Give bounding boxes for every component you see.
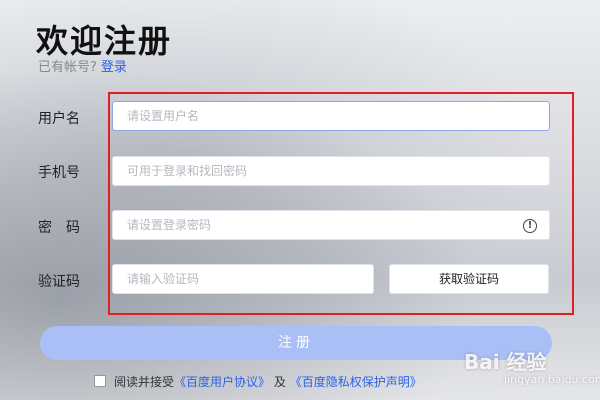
password-label: 密 码 xyxy=(38,220,80,236)
privacy-link[interactable]: 《百度隐私权保护声明》 xyxy=(290,375,422,389)
username-label: 用户名 xyxy=(38,111,80,127)
annotation-highlight-box xyxy=(108,92,574,315)
code-label: 验证码 xyxy=(38,274,80,290)
login-prompt: 已有帐号? 登录 xyxy=(38,56,127,75)
watermark-text: Bai 经验 xyxy=(464,350,547,374)
agreement-checkbox[interactable] xyxy=(94,375,106,387)
user-agreement-link[interactable]: 《百度用户协议》 xyxy=(174,375,270,389)
watermark-sub: jingyan.baidu.com xyxy=(504,373,600,386)
phone-label: 手机号 xyxy=(38,165,80,181)
login-link[interactable]: 登录 xyxy=(101,60,127,75)
agreement-row: 阅读并接受《百度用户协议》 及 《百度隐私权保护声明》 xyxy=(94,373,422,390)
agreement-prefix: 阅读并接受 xyxy=(114,375,175,389)
watermark-logo: Bai 经验 jingyan.baidu.com xyxy=(464,346,600,386)
have-account-text: 已有帐号? xyxy=(38,60,97,75)
agreement-and: 及 xyxy=(273,375,286,389)
